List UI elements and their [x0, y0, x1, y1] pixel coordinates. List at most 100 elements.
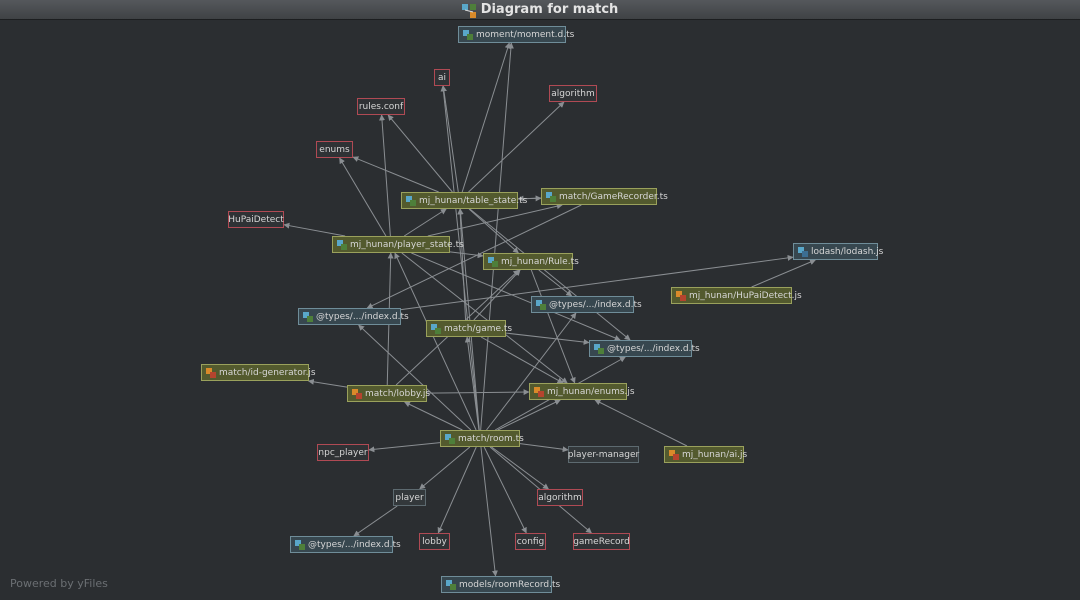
edge-tablestate-to-ai: [440, 85, 459, 193]
node-player[interactable]: player: [393, 489, 426, 506]
edge-tablestate-to-rulesconf: [387, 114, 453, 193]
node-hupaidetect[interactable]: HuPaiDetect: [228, 211, 284, 228]
edge-room-to-moment: [480, 42, 514, 431]
node-ai[interactable]: ai: [434, 69, 450, 86]
js-file-icon: [676, 290, 686, 301]
ts-file-icon: [431, 323, 441, 334]
node-label: algorithm: [551, 88, 595, 99]
edge-playerstate-to-hupaidetect: [283, 222, 346, 237]
node-algorithm2[interactable]: algorithm: [537, 489, 583, 506]
edge-playerstate-to-tablestate: [403, 208, 447, 237]
node-label: player-manager: [567, 449, 640, 460]
edge-player-to-types4: [353, 505, 398, 537]
edge-room-to-ai: [440, 85, 480, 431]
node-label: match/id-generator.js: [219, 367, 316, 378]
node-types2[interactable]: @types/.../index.d.ts: [298, 308, 409, 325]
node-label: match/room.ts: [458, 433, 524, 444]
node-label: gameRecord: [573, 536, 630, 547]
edge-room-to-enumsjs: [497, 399, 561, 431]
ts-file-icon: [463, 29, 473, 40]
edge-playerstate-to-rulesconf: [379, 114, 391, 237]
ts-file-icon: [337, 239, 347, 250]
node-tablestate[interactable]: mj_hunan/table_state.ts: [401, 192, 527, 209]
node-gamerecorder[interactable]: match/GameRecorder.ts: [541, 188, 668, 205]
ts-file-icon: [406, 195, 416, 206]
node-lodash[interactable]: lodash/lodash.js: [793, 243, 883, 260]
edge-room-to-playermanager: [519, 443, 569, 453]
node-rule[interactable]: mj_hunan/Rule.ts: [483, 253, 579, 270]
ts-file-icon: [536, 299, 546, 310]
node-label: @types/.../index.d.ts: [308, 539, 401, 550]
ts-file-icon: [295, 539, 305, 550]
edge-playerstate-to-rule: [449, 251, 484, 259]
node-gamerecord[interactable]: gameRecord: [573, 533, 630, 550]
node-lobby[interactable]: lobby: [419, 533, 450, 550]
node-rulesconf[interactable]: rules.conf: [357, 98, 405, 115]
ts-file-icon: [488, 256, 498, 267]
node-enums[interactable]: enums: [316, 141, 353, 158]
edge-playerstate-to-gamerecorder: [427, 203, 563, 237]
edge-playerstate-to-enums: [339, 157, 387, 237]
node-playermanager[interactable]: player-manager: [568, 446, 639, 463]
node-moment[interactable]: moment/moment.d.ts: [458, 26, 574, 43]
node-label: @types/.../index.d.ts: [316, 311, 409, 322]
node-label: match/lobby.js: [365, 388, 431, 399]
edge-lobbyjs-to-enumsjs: [426, 389, 530, 396]
edge-room-to-game: [464, 336, 480, 431]
node-label: @types/.../index.d.ts: [607, 343, 700, 354]
node-types4[interactable]: @types/.../index.d.ts: [290, 536, 401, 553]
node-label: lodash/lodash.js: [811, 246, 884, 257]
node-types3[interactable]: @types/.../index.d.ts: [589, 340, 700, 357]
node-label: moment/moment.d.ts: [476, 29, 575, 40]
node-enumsjs[interactable]: mj_hunan/enums.js: [529, 383, 635, 400]
node-roomrecord[interactable]: models/roomRecord.ts: [441, 576, 560, 593]
node-label: match/GameRecorder.ts: [559, 191, 668, 202]
node-label: mj_hunan/player_state.ts: [350, 239, 464, 250]
node-lobbyjs[interactable]: match/lobby.js: [347, 385, 431, 402]
node-hupaidetectjs[interactable]: mj_hunan/HuPaiDetect.js: [671, 287, 802, 304]
node-label: ai: [438, 72, 447, 83]
node-playerstate[interactable]: mj_hunan/player_state.ts: [332, 236, 464, 253]
node-label: HuPaiDetect: [228, 214, 284, 225]
node-label: config: [516, 536, 545, 547]
node-config[interactable]: config: [515, 533, 546, 550]
node-npcplayer[interactable]: npc_player: [317, 444, 369, 461]
js-file-icon: [206, 367, 216, 378]
node-label: models/roomRecord.ts: [459, 579, 561, 590]
node-label: mj_hunan/enums.js: [547, 386, 635, 397]
js-file-icon: [669, 449, 679, 460]
edge-game-to-enumsjs: [480, 336, 564, 384]
edge-tablestate-to-enums: [352, 156, 439, 193]
edge-room-to-algorithm2: [491, 446, 549, 490]
node-algorithm1[interactable]: algorithm: [549, 85, 597, 102]
node-label: npc_player: [318, 447, 368, 458]
edge-tablestate-to-algorithm1: [468, 101, 565, 193]
ts-file-icon: [303, 311, 313, 322]
node-label: @types/.../index.d.ts: [549, 299, 642, 310]
ts-file-icon: [446, 579, 456, 590]
edge-rule-to-types1: [538, 269, 573, 297]
edge-lobbyjs-to-idgen: [307, 378, 348, 388]
node-label: mj_hunan/table_state.ts: [419, 195, 528, 206]
edge-game-to-types3: [505, 332, 590, 345]
js-file-icon: [534, 386, 544, 397]
node-room[interactable]: match/room.ts: [440, 430, 524, 447]
ts-file-icon: [445, 433, 455, 444]
js-file-icon: [352, 388, 362, 399]
edge-room-to-player: [419, 446, 471, 490]
edge-room-to-lobbyjs: [404, 401, 463, 431]
edge-aijs-to-enumsjs: [594, 399, 688, 447]
node-label: lobby: [422, 536, 447, 547]
ts-file-icon: [546, 191, 556, 202]
node-label: match/game.ts: [444, 323, 513, 334]
edge-room-to-npcplayer: [368, 442, 441, 453]
js-lib-icon: [798, 246, 808, 257]
edge-tablestate-to-moment: [461, 42, 511, 193]
node-types1[interactable]: @types/.../index.d.ts: [531, 296, 642, 313]
node-game[interactable]: match/game.ts: [426, 320, 512, 337]
edge-hupaidetectjs-to-lodash: [751, 259, 816, 288]
node-label: algorithm: [538, 492, 582, 503]
node-label: player: [395, 492, 424, 503]
node-aijs[interactable]: mj_hunan/ai.js: [664, 446, 747, 463]
node-idgen[interactable]: match/id-generator.js: [201, 364, 316, 381]
